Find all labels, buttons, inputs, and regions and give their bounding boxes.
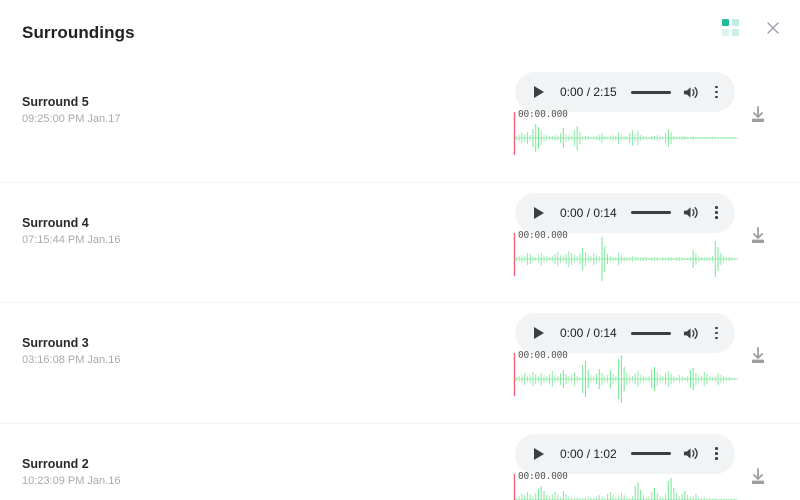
volume-icon[interactable]: [683, 205, 699, 221]
recording-row: Surround 5 09:25:00 PM Jan.17 0:00 / 2:15 0…: [0, 62, 800, 183]
recording-title: Surround 3: [22, 336, 89, 350]
header-actions: [722, 17, 784, 39]
kebab-dot: [715, 331, 719, 335]
recordings-panel: Surroundings Surround 5 09:25:00 PM Jan.1…: [0, 0, 800, 500]
recording-row: Surround 4 07:15:44 PM Jan.16 0:00 / 0:14 0…: [0, 183, 800, 303]
volume-icon[interactable]: [683, 325, 699, 341]
time-display: 0:00 / 1:02: [560, 446, 617, 461]
seek-bar[interactable]: [630, 331, 671, 335]
recording-timestamp: 10:23:09 PM Jan.16: [22, 474, 121, 487]
kebab-dot: [715, 95, 719, 99]
panel-header: Surroundings: [0, 0, 800, 62]
play-icon[interactable]: [532, 447, 546, 461]
kebab-dot: [715, 326, 719, 330]
seek-bar[interactable]: [630, 90, 671, 94]
more-vertical-icon[interactable]: [711, 205, 723, 221]
recording-title: Surround 4: [22, 215, 89, 230]
recording-meta: Surround 5 09:25:00 PM Jan.17: [22, 95, 120, 127]
grid-cell-3: [722, 29, 729, 36]
more-vertical-icon[interactable]: [711, 84, 723, 100]
recording-meta: Surround 3 03:16:08 PM Jan.16: [22, 336, 120, 368]
download-icon[interactable]: [748, 226, 768, 246]
page-title: Surroundings: [22, 23, 135, 42]
recording-timestamp: 07:15:44 PM Jan.16: [22, 233, 121, 246]
time-display: 0:00 / 2:15: [560, 85, 617, 99]
volume-icon[interactable]: [683, 84, 699, 100]
recording-timestamp: 09:25:00 PM Jan.17: [22, 113, 121, 125]
close-icon[interactable]: [762, 17, 784, 39]
more-vertical-icon[interactable]: [711, 446, 723, 462]
recordings-list: Surround 5 09:25:00 PM Jan.17 0:00 / 2:15 0…: [0, 62, 800, 500]
recording-meta: Surround 4 07:15:44 PM Jan.16: [22, 216, 120, 248]
kebab-dot: [715, 452, 719, 455]
kebab-dot: [715, 336, 719, 340]
kebab-dot: [715, 211, 719, 214]
kebab-dot: [715, 457, 719, 460]
waveform[interactable]: 00:00.000: [513, 230, 740, 287]
play-icon[interactable]: [532, 85, 546, 99]
audio-player: 0:00 / 0:14: [515, 313, 735, 353]
play-icon[interactable]: [532, 326, 546, 340]
recording-row: Surround 3 03:16:08 PM Jan.16 0:00 / 0:14 0…: [0, 303, 800, 424]
waveform[interactable]: 00:00.000: [513, 109, 740, 166]
audio-player: 0:00 / 1:02: [515, 433, 735, 474]
audio-player: 0:00 / 0:14: [515, 192, 735, 233]
time-display: 0:00 / 0:14: [560, 326, 617, 340]
kebab-dot: [715, 216, 719, 219]
kebab-dot: [715, 447, 719, 450]
recording-meta: Surround 2 10:23:09 PM Jan.16: [22, 457, 120, 489]
recording-row: Surround 2 10:23:09 PM Jan.16 0:00 / 1:02 0…: [0, 424, 800, 500]
seek-bar[interactable]: [630, 452, 671, 455]
recording-title: Surround 2: [22, 456, 89, 471]
audio-player: 0:00 / 2:15: [515, 72, 735, 112]
grid-cell-1: [722, 19, 729, 26]
seek-bar[interactable]: [630, 211, 671, 214]
kebab-dot: [715, 85, 719, 89]
waveform[interactable]: 00:00.000: [513, 350, 740, 407]
volume-icon[interactable]: [683, 446, 699, 462]
download-icon[interactable]: [748, 346, 768, 366]
download-icon[interactable]: [748, 467, 768, 487]
grid-apps-icon[interactable]: [722, 19, 740, 37]
recording-title: Surround 5: [22, 95, 89, 109]
time-display: 0:00 / 0:14: [560, 205, 617, 220]
recording-timestamp: 03:16:08 PM Jan.16: [22, 354, 121, 366]
grid-cell-4: [732, 29, 739, 36]
more-vertical-icon[interactable]: [711, 325, 723, 341]
play-icon[interactable]: [532, 206, 546, 220]
grid-cell-2: [732, 19, 739, 26]
kebab-dot: [715, 206, 719, 209]
kebab-dot: [715, 90, 719, 94]
download-icon[interactable]: [748, 105, 768, 125]
waveform[interactable]: 00:00.000: [513, 471, 740, 500]
